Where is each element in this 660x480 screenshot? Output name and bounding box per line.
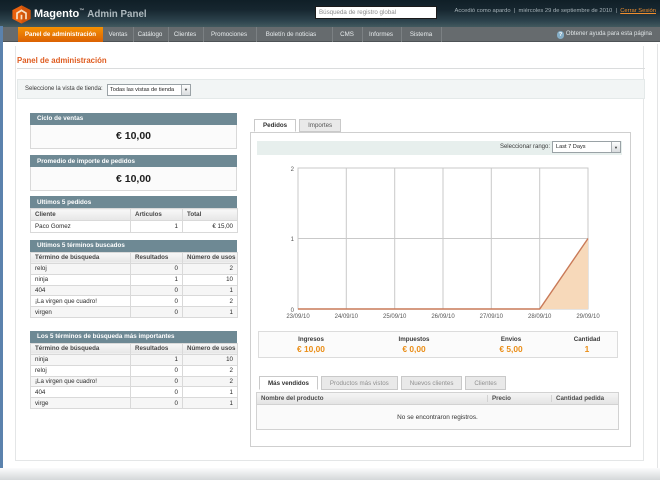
svg-text:27/09/10: 27/09/10 [480, 314, 504, 320]
svg-text:23/09/10: 23/09/10 [286, 314, 310, 320]
svg-text:28/09/10: 28/09/10 [528, 314, 552, 320]
svg-text:29/09/10: 29/09/10 [576, 314, 600, 320]
svg-text:26/09/10: 26/09/10 [431, 314, 455, 320]
svg-text:25/09/10: 25/09/10 [383, 314, 407, 320]
svg-text:1: 1 [291, 237, 295, 243]
svg-text:24/09/10: 24/09/10 [335, 314, 359, 320]
svg-text:2: 2 [291, 167, 295, 173]
